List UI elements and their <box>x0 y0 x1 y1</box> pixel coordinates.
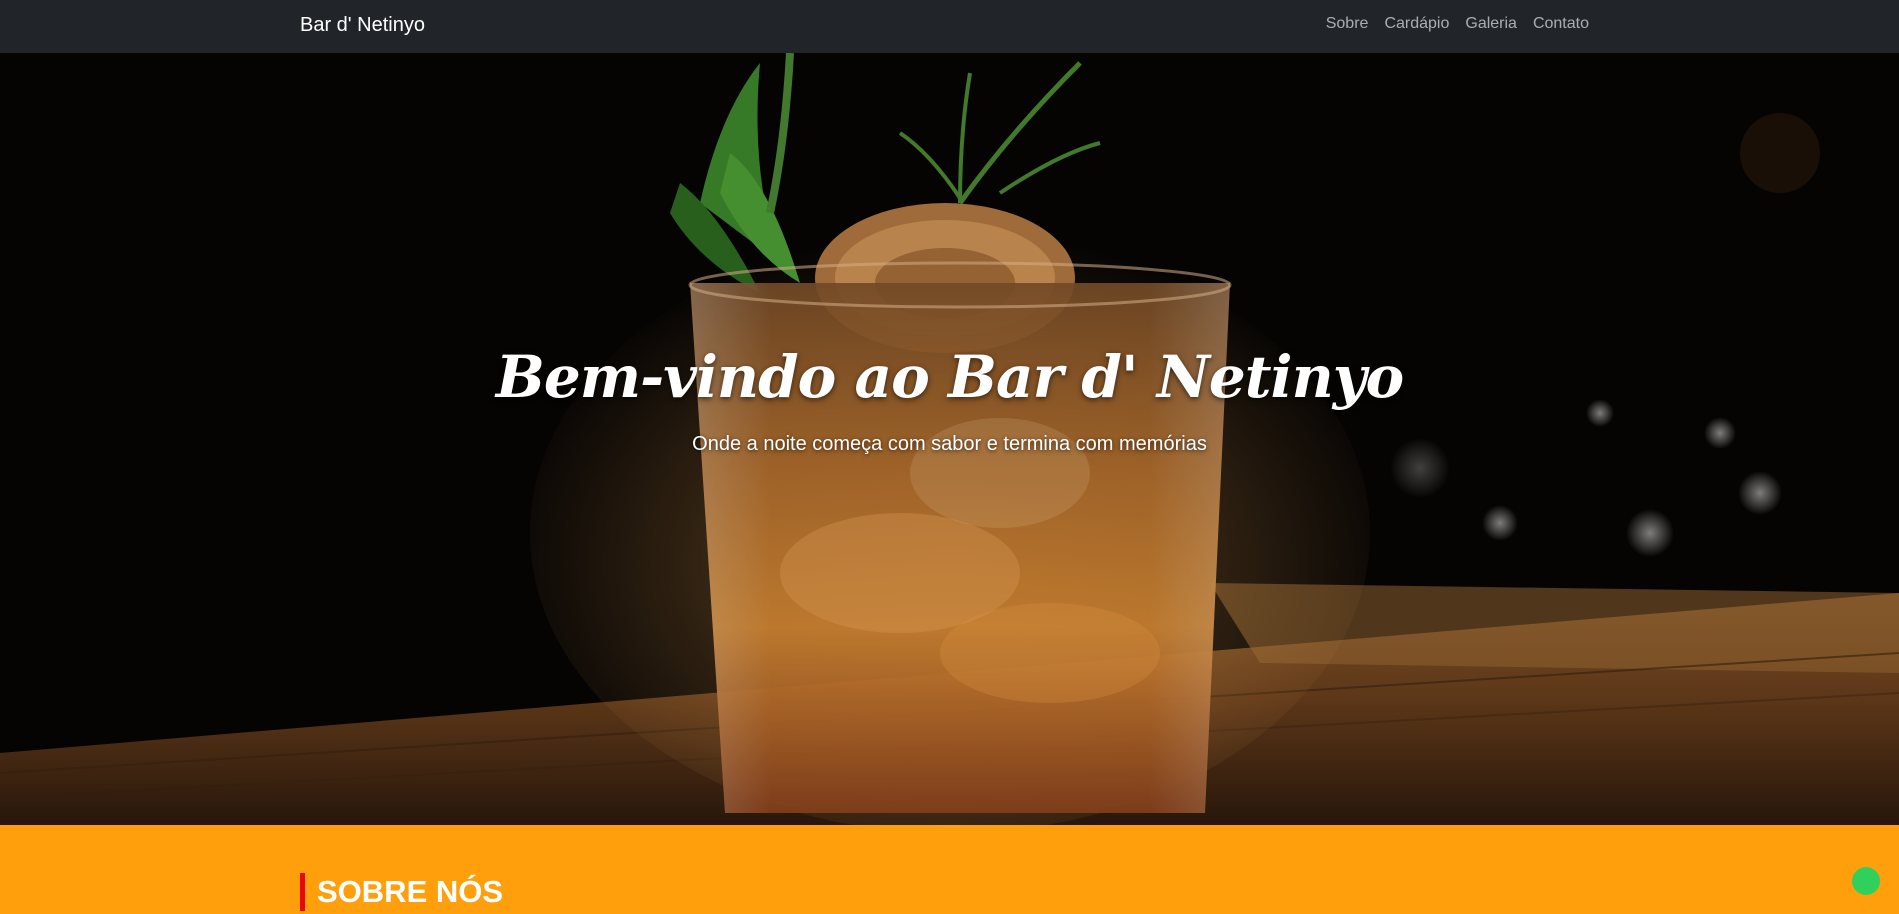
nav-links: Sobre Cardápio Galeria Contato <box>1326 15 1589 33</box>
nav-link-galeria[interactable]: Galeria <box>1465 15 1517 33</box>
chat-status-dot[interactable] <box>1852 867 1880 895</box>
brand-link[interactable]: Bar d' Netinyo <box>300 14 425 37</box>
hero-title: Bem-vindo ao Bar d' Netinyo <box>495 343 1404 411</box>
hero-section: Bem-vindo ao Bar d' Netinyo Onde a noite… <box>0 53 1899 825</box>
about-heading: SOBRE NÓS <box>300 873 503 911</box>
about-section: SOBRE NÓS <box>0 825 1899 914</box>
nav-link-cardapio[interactable]: Cardápio <box>1384 15 1449 33</box>
nav-link-sobre[interactable]: Sobre <box>1326 15 1369 33</box>
hero-subtitle: Onde a noite começa com sabor e termina … <box>692 433 1207 455</box>
navbar: Bar d' Netinyo Sobre Cardápio Galeria Co… <box>0 0 1899 53</box>
nav-link-contato[interactable]: Contato <box>1533 15 1589 33</box>
